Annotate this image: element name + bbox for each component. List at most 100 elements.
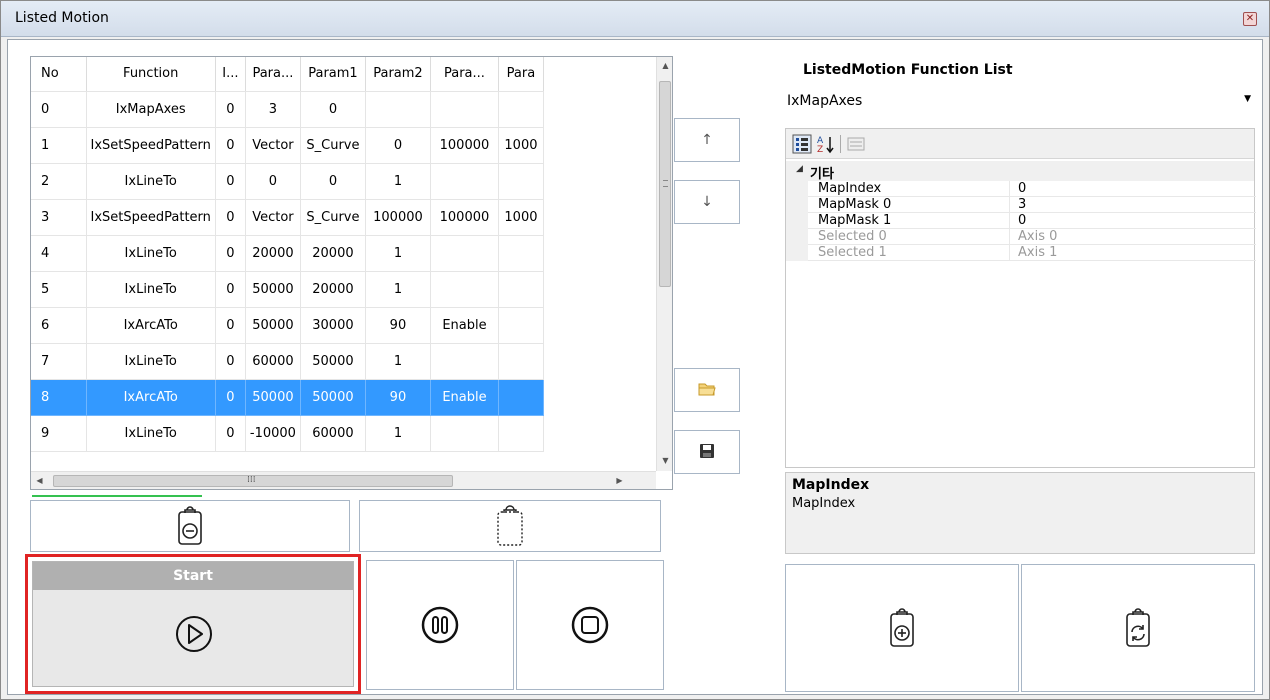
table-cell[interactable]: [430, 415, 499, 452]
table-cell[interactable]: 1000: [498, 199, 544, 236]
table-cell[interactable]: 1: [365, 271, 431, 308]
table-cell[interactable]: IxLineTo: [86, 235, 216, 272]
table-cell[interactable]: [430, 343, 499, 380]
start-button[interactable]: Start: [32, 561, 354, 687]
table-cell[interactable]: 1: [365, 343, 431, 380]
table-cell[interactable]: IxArcATo: [86, 307, 216, 344]
table-cell[interactable]: 1: [365, 235, 431, 272]
table-cell[interactable]: 0: [300, 163, 366, 200]
scroll-down-icon[interactable]: ▼: [657, 452, 672, 469]
table-cell[interactable]: 6: [31, 307, 87, 344]
table-cell[interactable]: 50000: [300, 343, 366, 380]
table-cell[interactable]: 0: [245, 163, 301, 200]
table-row[interactable]: 5 IxLineTo 0 50000 20000 1: [31, 271, 544, 308]
table-cell[interactable]: 0: [215, 415, 246, 452]
table-row[interactable]: 7 IxLineTo 0 60000 50000 1: [31, 343, 544, 380]
table-cell[interactable]: 1000: [498, 127, 544, 164]
table-cell[interactable]: 0: [215, 307, 246, 344]
table-cell[interactable]: [498, 271, 544, 308]
table-cell[interactable]: 4: [31, 235, 87, 272]
table-cell[interactable]: S_Curve: [300, 127, 366, 164]
pause-button[interactable]: [366, 560, 514, 690]
property-value[interactable]: 0: [1010, 213, 1256, 229]
scroll-right-icon[interactable]: ▶: [611, 472, 628, 489]
table-cell[interactable]: Enable: [430, 379, 499, 416]
table-cell[interactable]: 50000: [245, 307, 301, 344]
collapse-triangle-icon[interactable]: ◢: [796, 164, 803, 174]
table-cell[interactable]: 9: [31, 415, 87, 452]
horizontal-scrollbar[interactable]: ◀ ⁞⁞⁞ ▶: [31, 471, 656, 489]
table-cell[interactable]: IxLineTo: [86, 271, 216, 308]
table-cell[interactable]: 60000: [300, 415, 366, 452]
table-cell[interactable]: 0: [215, 235, 246, 272]
table-cell[interactable]: 3: [31, 199, 87, 236]
table-cell[interactable]: Vector: [245, 199, 301, 236]
table-cell[interactable]: 0: [215, 343, 246, 380]
function-select[interactable]: IxMapAxes ▼: [785, 90, 1255, 114]
table-cell[interactable]: IxLineTo: [86, 343, 216, 380]
stop-button[interactable]: [516, 560, 664, 690]
table-row[interactable]: 3 IxSetSpeedPattern 0 Vector S_Curve 100000 10…: [31, 199, 544, 236]
column-header[interactable]: I...: [215, 57, 246, 92]
table-row[interactable]: 9 IxLineTo 0 -10000 60000 1: [31, 415, 544, 452]
table-cell[interactable]: 100000: [430, 127, 499, 164]
table-cell[interactable]: [430, 163, 499, 200]
table-cell[interactable]: 0: [215, 199, 246, 236]
property-row[interactable]: Selected 0 Axis 0: [786, 229, 1256, 245]
table-cell[interactable]: 50000: [245, 379, 301, 416]
table-cell[interactable]: [498, 163, 544, 200]
table-cell[interactable]: IxLineTo: [86, 415, 216, 452]
table-row[interactable]: 1 IxSetSpeedPattern 0 Vector S_Curve 0 100000 1…: [31, 127, 544, 164]
table-cell[interactable]: IxMapAxes: [86, 91, 216, 128]
table-cell[interactable]: S_Curve: [300, 199, 366, 236]
table-cell[interactable]: 0: [215, 271, 246, 308]
table-cell[interactable]: IxSetSpeedPattern: [86, 127, 216, 164]
move-up-button[interactable]: ↑: [674, 118, 740, 162]
table-cell[interactable]: [430, 271, 499, 308]
property-row[interactable]: Selected 1 Axis 1: [786, 245, 1256, 261]
table-cell[interactable]: [365, 91, 431, 128]
horizontal-scroll-thumb[interactable]: ⁞⁞⁞: [53, 475, 453, 487]
table-cell[interactable]: IxArcATo: [86, 379, 216, 416]
scroll-up-icon[interactable]: ▲: [657, 57, 672, 74]
table-cell[interactable]: 0: [215, 91, 246, 128]
table-row[interactable]: 8 IxArcATo 0 50000 50000 90 Enable: [31, 379, 544, 416]
table-cell[interactable]: 8: [31, 379, 87, 416]
scroll-left-icon[interactable]: ◀: [31, 472, 48, 489]
open-file-button[interactable]: [674, 368, 740, 412]
table-cell[interactable]: 30000: [300, 307, 366, 344]
categorized-icon[interactable]: [792, 134, 812, 154]
table-cell[interactable]: IxSetSpeedPattern: [86, 199, 216, 236]
table-cell[interactable]: 1: [31, 127, 87, 164]
table-cell[interactable]: 50000: [300, 379, 366, 416]
remove-item-button[interactable]: [30, 500, 350, 552]
table-cell[interactable]: 90: [365, 379, 431, 416]
vertical-scroll-thumb[interactable]: [659, 81, 671, 287]
table-cell[interactable]: 20000: [300, 271, 366, 308]
table-cell[interactable]: 2: [31, 163, 87, 200]
table-cell[interactable]: 60000: [245, 343, 301, 380]
table-cell[interactable]: 90: [365, 307, 431, 344]
column-header[interactable]: No: [31, 57, 87, 92]
property-value[interactable]: 0: [1010, 181, 1256, 197]
table-cell[interactable]: 7: [31, 343, 87, 380]
table-cell[interactable]: 20000: [245, 235, 301, 272]
table-row[interactable]: 0 IxMapAxes 0 3 0: [31, 91, 544, 128]
table-row[interactable]: 4 IxLineTo 0 20000 20000 1: [31, 235, 544, 272]
table-cell[interactable]: 50000: [245, 271, 301, 308]
table-cell[interactable]: Vector: [245, 127, 301, 164]
chevron-down-icon[interactable]: ▼: [1244, 94, 1251, 104]
add-function-button[interactable]: [785, 564, 1019, 692]
table-cell[interactable]: [498, 343, 544, 380]
table-cell[interactable]: [498, 415, 544, 452]
table-cell[interactable]: 1: [365, 415, 431, 452]
column-header[interactable]: Para...: [245, 57, 301, 92]
table-cell[interactable]: -10000: [245, 415, 301, 452]
table-cell[interactable]: 0: [365, 127, 431, 164]
table-cell[interactable]: 1: [365, 163, 431, 200]
table-cell[interactable]: [498, 307, 544, 344]
table-cell[interactable]: [498, 379, 544, 416]
table-cell[interactable]: 20000: [300, 235, 366, 272]
column-header[interactable]: Para: [498, 57, 544, 92]
table-cell[interactable]: Enable: [430, 307, 499, 344]
